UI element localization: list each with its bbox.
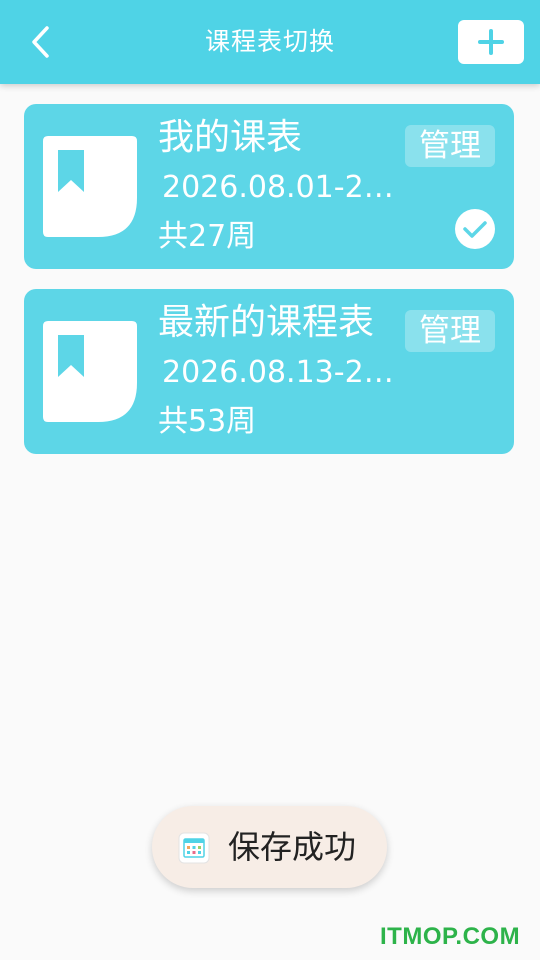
manage-button[interactable]: 管理 xyxy=(405,310,495,352)
top-bar: 课程表切换 xyxy=(0,0,540,84)
schedule-name: 我的课表 xyxy=(158,117,303,158)
bookmark-book-icon xyxy=(43,136,137,237)
schedule-name: 最新的课程表 xyxy=(158,302,375,343)
schedule-card[interactable]: 我的课表 2026.08.01-20... 共27周 管理 xyxy=(24,104,514,269)
schedule-week-count: 共27周 xyxy=(158,219,257,254)
schedule-date-range: 2026.08.13-20... xyxy=(162,355,402,390)
schedule-switch-screen: 课程表切换 我的课表 2026.08.01-20... 共27周 管理 最新的课… xyxy=(0,0,540,960)
check-circle-icon xyxy=(455,209,495,249)
add-schedule-button[interactable] xyxy=(458,20,524,64)
toast-message: 保存成功 xyxy=(152,806,387,888)
schedule-date-range: 2026.08.01-20... xyxy=(162,170,402,205)
toast-text: 保存成功 xyxy=(228,828,357,866)
schedule-week-count: 共53周 xyxy=(158,404,257,439)
plus-icon xyxy=(478,29,504,55)
app-calendar-icon xyxy=(178,832,210,864)
manage-button[interactable]: 管理 xyxy=(405,125,495,167)
schedule-card[interactable]: 最新的课程表 2026.08.13-20... 共53周 管理 xyxy=(24,289,514,454)
watermark: ITMOP.COM xyxy=(380,923,521,950)
bookmark-book-icon xyxy=(43,321,137,422)
